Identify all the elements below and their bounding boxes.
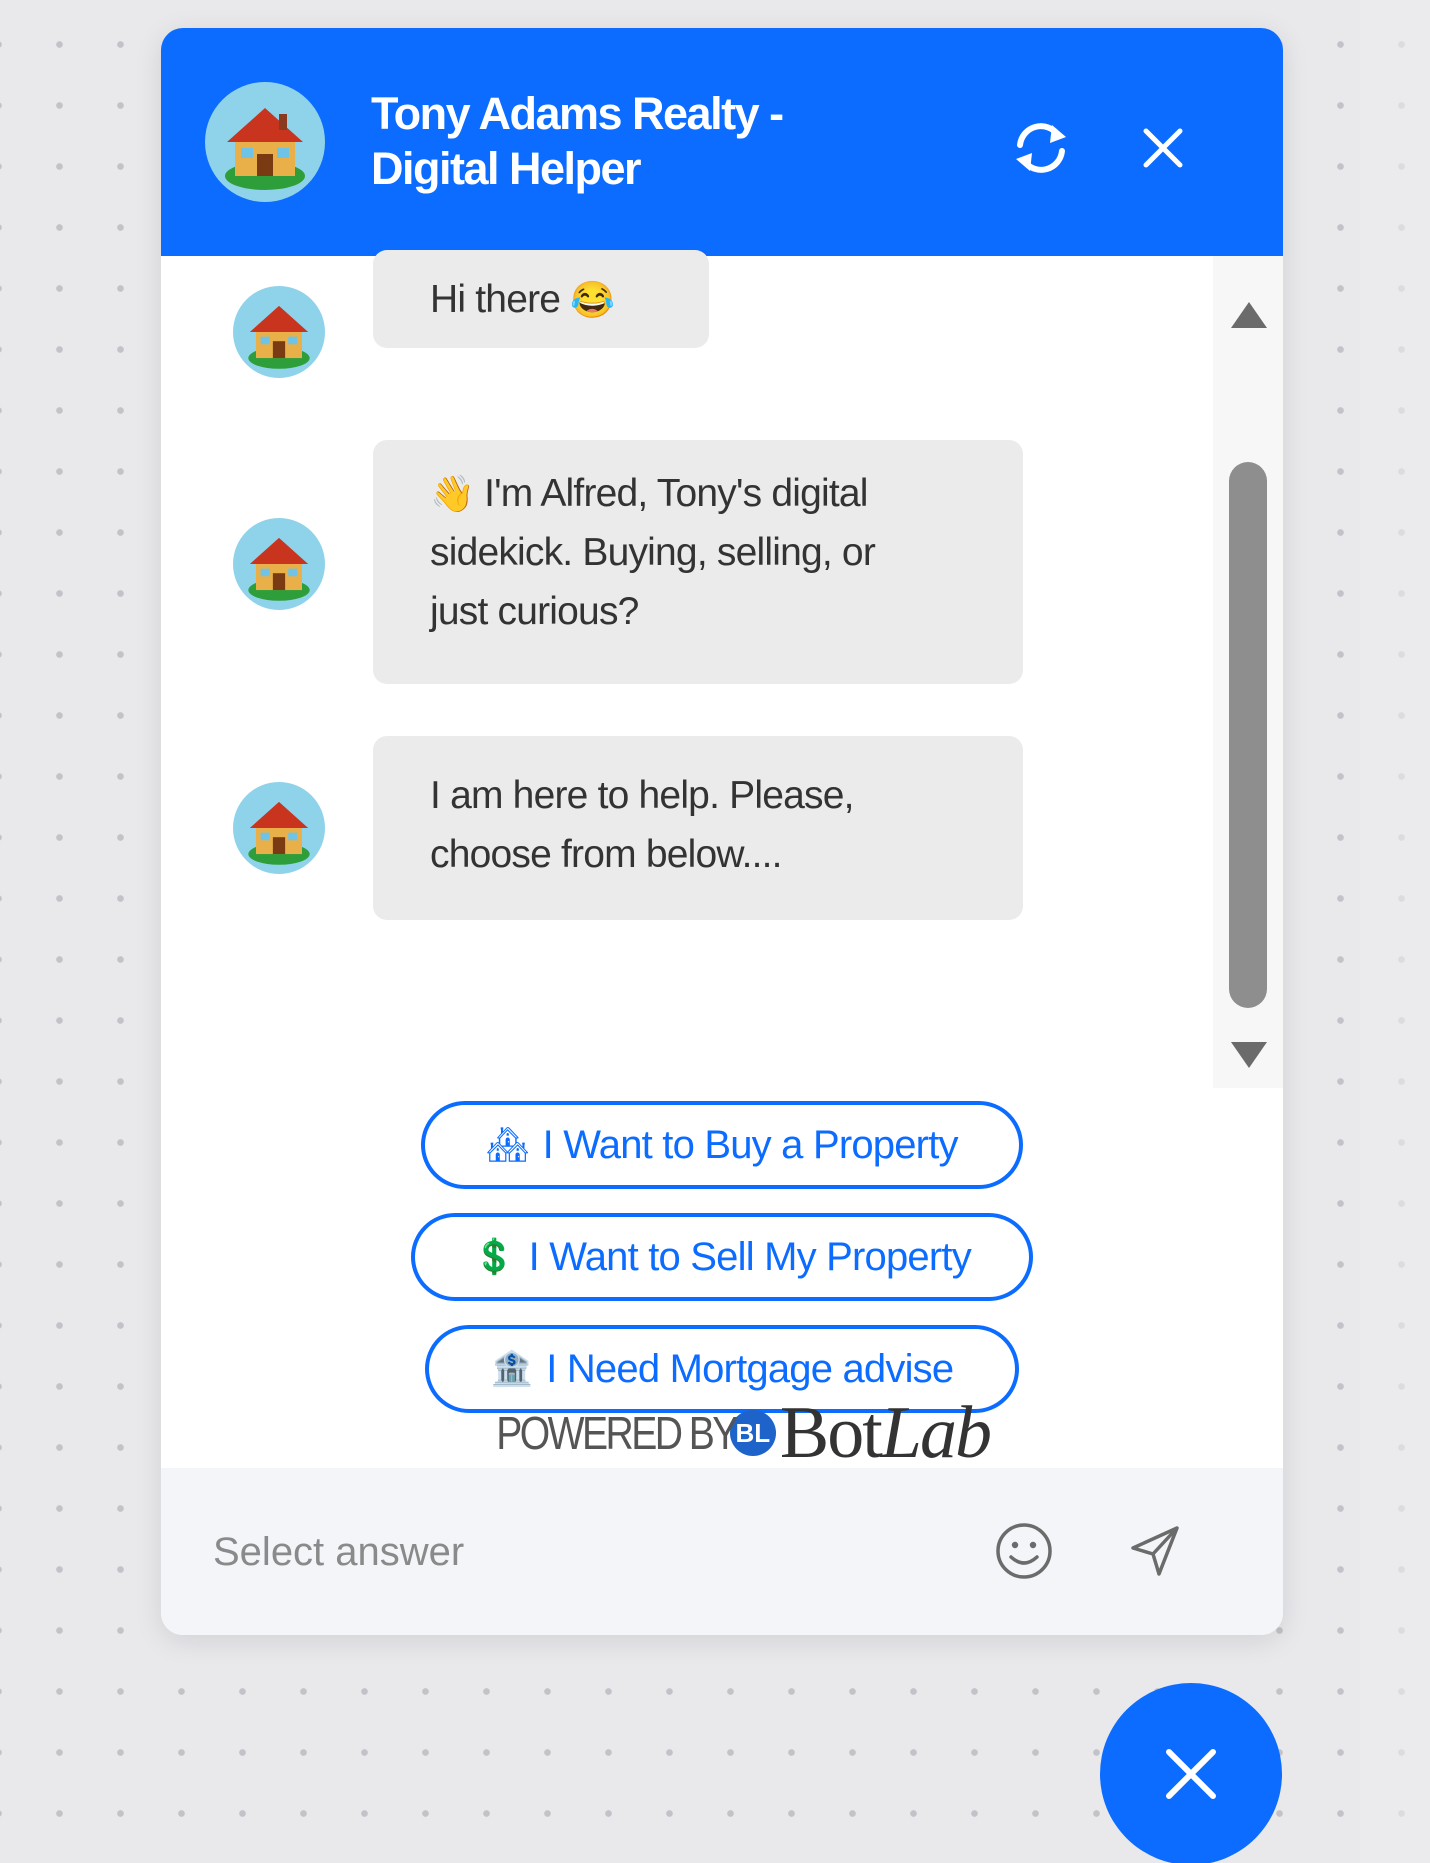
scroll-up-arrow-icon[interactable] xyxy=(1229,298,1269,332)
house-icon xyxy=(248,801,310,865)
scroll-down-arrow-icon[interactable] xyxy=(1229,1038,1269,1072)
scrollbar-thumb[interactable] xyxy=(1229,462,1267,1008)
powered-by-label: POWERED BY xyxy=(496,1407,738,1459)
bot-avatar xyxy=(233,286,325,378)
dollar-sign-icon: 💲 xyxy=(473,1238,515,1276)
message-bubble: Hi there 😂 xyxy=(373,250,709,348)
refresh-button[interactable] xyxy=(1001,108,1081,188)
powered-by-footer[interactable]: POWERED BY BL BotLab xyxy=(441,1396,1003,1470)
message-line: 👋 I'm Alfred, Tony's digital xyxy=(430,464,993,523)
message-bubble: I am here to help. Please, choose from b… xyxy=(373,736,1023,920)
message-line: choose from below.... xyxy=(430,833,783,876)
bot-avatar xyxy=(233,782,325,874)
message-text: I'm Alfred, Tony's digital xyxy=(484,472,868,515)
send-button[interactable] xyxy=(1123,1518,1189,1584)
waving-hand-icon: 👋 xyxy=(430,473,475,514)
botlab-logo: BotLab xyxy=(780,1396,992,1470)
close-button[interactable] xyxy=(1123,108,1203,188)
chat-title-line-1: Tony Adams Realty - xyxy=(371,88,784,139)
message-list: Hi there 😂 👋 I'm Alfred, Tony's digital … xyxy=(161,250,1211,1076)
chat-launcher-close-button[interactable] xyxy=(1100,1683,1282,1863)
bot-avatar xyxy=(233,518,325,610)
message-composer xyxy=(161,1468,1283,1635)
houses-icon: 🏘 xyxy=(486,1126,529,1164)
house-icon xyxy=(225,108,305,190)
house-icon xyxy=(248,305,310,369)
message-line: just curious? xyxy=(430,590,639,633)
bank-icon: 🏦 xyxy=(490,1350,533,1388)
option-label: I Want to Sell My Property xyxy=(528,1234,972,1279)
sell-property-button[interactable]: 💲 I Want to Sell My Property xyxy=(411,1213,1033,1301)
chat-header: Tony Adams Realty - Digital Helper xyxy=(161,28,1283,256)
message-line: sidekick. Buying, selling, or xyxy=(430,531,876,574)
message-line: I am here to help. Please, xyxy=(430,774,854,817)
option-label: I Want to Buy a Property xyxy=(542,1122,959,1167)
laughing-emoji-icon: 😂 xyxy=(570,279,615,320)
message-text: Hi there xyxy=(430,278,561,321)
bot-avatar xyxy=(205,82,325,202)
message-scrollbar[interactable] xyxy=(1213,256,1283,1088)
close-icon xyxy=(1166,1749,1216,1799)
smiley-icon xyxy=(996,1523,1052,1579)
page-edge xyxy=(1360,0,1430,1863)
logo-text-lab: Lab xyxy=(880,1392,992,1474)
chat-title: Tony Adams Realty - Digital Helper xyxy=(371,86,891,196)
message-bubble: 👋 I'm Alfred, Tony's digital sidekick. B… xyxy=(373,440,1023,684)
answer-input[interactable] xyxy=(213,1516,933,1588)
send-icon xyxy=(1131,1526,1179,1576)
house-icon xyxy=(248,537,310,601)
botlab-logo-icon: BL xyxy=(729,1410,776,1456)
chat-widget: Tony Adams Realty - Digital Helper Hi th… xyxy=(161,28,1283,1635)
emoji-button[interactable] xyxy=(991,1518,1057,1584)
refresh-icon xyxy=(1016,123,1066,173)
buy-property-button[interactable]: 🏘 I Want to Buy a Property xyxy=(421,1101,1023,1189)
close-icon xyxy=(1143,128,1183,168)
chat-title-line-2: Digital Helper xyxy=(371,143,642,194)
logo-text-bot: Bot xyxy=(779,1392,883,1474)
option-label: I Need Mortgage advise xyxy=(546,1346,954,1391)
